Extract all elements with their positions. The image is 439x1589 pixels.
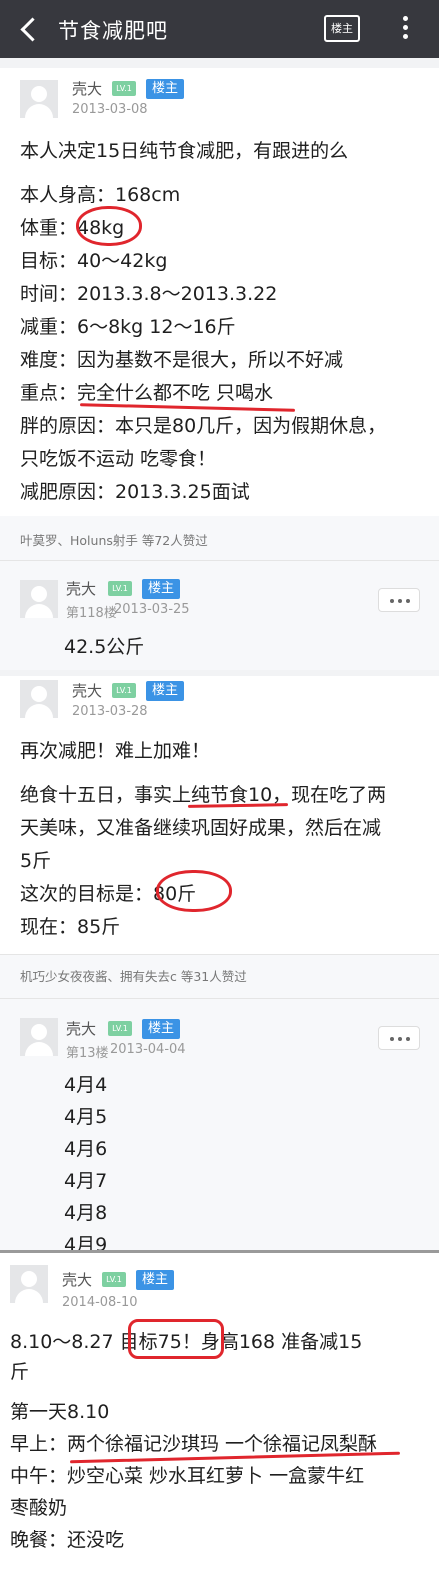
reply-date: 2013-03-25 [114,602,190,617]
author-name[interactable]: 壳大 [62,1269,92,1290]
reply-menu-button[interactable] [378,588,420,612]
op-badge: 楼主 [136,1270,174,1290]
post-line: 晚餐：还没吃 [10,1529,125,1551]
reply-line: 4月6 [64,1138,108,1160]
post-line: 枣酸奶 [10,1497,68,1519]
post-line: 时间：2013.3.8～2013.3.22 [20,283,278,305]
post-line: 胖的原因：本只是80几斤，因为假期休息， [20,415,387,437]
post-line: 重点：完全什么都不吃 只喝水 [20,382,274,404]
divider [0,954,439,955]
post-date: 2013-03-08 [72,102,148,117]
level-badge: LV.1 [112,81,136,96]
divider [0,998,439,999]
floor-number: 第13楼 [66,1046,109,1061]
reply-line: 4月8 [64,1202,108,1224]
reply-line: 4月5 [64,1106,108,1128]
back-arrow-icon[interactable] [14,12,44,46]
post-line: 本人身高：168cm [20,184,181,206]
level-badge: LV.1 [112,683,136,698]
avatar[interactable] [20,80,58,118]
post-line: 天美味，又准备继续巩固好成果，然后在减 [20,817,382,839]
post-line: 目标：40～42kg [20,250,168,272]
post-date: 2013-03-28 [72,704,148,719]
post-title: 本人决定15日纯节食减肥，有跟进的么 [20,140,349,162]
avatar[interactable] [20,580,58,618]
more-vertical-icon[interactable] [398,14,412,44]
level-badge: LV.1 [108,1021,132,1036]
author-name[interactable]: 壳大 [66,1018,96,1039]
post-line: 5斤 [20,850,52,872]
level-badge: LV.1 [108,581,132,596]
author-name[interactable]: 壳大 [66,578,96,599]
avatar[interactable] [20,680,58,718]
likes-bar: 叶莫罗、Holuns射手 等72人赞过 [0,516,439,560]
post-line: 只吃饭不运动 吃零食！ [20,448,217,470]
post-date: 2014-08-10 [62,1295,138,1310]
top-bar: 节食减肥吧 楼主 [0,0,439,58]
post-line: 中午：炒空心菜 炒水耳红萝卜 一盒蒙牛红 [10,1465,365,1487]
post-op-2: 壳大 LV.1 楼主 2013-03-28 再次减肥！难上加难！ 绝食十五日，事… [0,676,439,954]
avatar[interactable] [10,1265,48,1303]
post-line: 减肥原因：2013.3.25面试 [20,481,250,503]
post-line: 体重：48kg [20,217,125,239]
op-badge: 楼主 [146,79,184,99]
post-title: 再次减肥！难上加难！ [20,740,211,762]
reply-floor-13: 壳大 LV.1 楼主 第13楼 2013-04-04 4月4 4月5 4月6 4… [0,998,439,1256]
reply-date: 2013-04-04 [110,1042,186,1057]
op-badge: 楼主 [146,681,184,701]
reply-text: 42.5公斤 [64,636,145,658]
post-line: 这次的目标是：80斤 [20,883,197,905]
post-op-3: 壳大 LV.1 楼主 2014-08-10 8.10～8.27 目标75！身高1… [0,1253,439,1589]
post-line: 绝食十五日，事实上纯节食10，现在吃了两 [20,784,387,806]
post-line: 第一天8.10 [10,1401,110,1423]
section-divider [0,58,439,68]
only-op-button[interactable]: 楼主 [324,15,360,42]
post-line: 现在：85斤 [20,916,121,938]
reply-floor-118: 壳大 LV.1 楼主 第118楼 2013-03-25 42.5公斤 [0,560,439,670]
reply-menu-button[interactable] [378,1026,420,1050]
reply-line: 4月7 [64,1170,108,1192]
post-line: 早上：两个徐福记沙琪玛 一个徐福记凤梨酥 [10,1433,378,1455]
op-badge: 楼主 [142,579,180,599]
author-name[interactable]: 壳大 [72,680,102,701]
likes-text[interactable]: 叶莫罗、Holuns射手 等72人赞过 [20,530,208,549]
post-line: 斤 [10,1361,30,1383]
floor-number: 第118楼 [66,606,117,621]
op-badge: 楼主 [142,1019,180,1039]
likes-bar: 机巧少女夜夜酱、拥有失去c 等31人赞过 [0,954,439,998]
avatar[interactable] [20,1018,58,1056]
likes-text[interactable]: 机巧少女夜夜酱、拥有失去c 等31人赞过 [20,966,247,985]
author-name[interactable]: 壳大 [72,78,102,99]
reply-line: 4月4 [64,1074,108,1096]
post-line: 减重：6～8kg 12～16斤 [20,316,236,338]
post-line: 难度：因为基数不是很大，所以不好减 [20,349,344,371]
post-op-1: 壳大 LV.1 楼主 2013-03-08 本人决定15日纯节食减肥，有跟进的么… [0,68,439,516]
post-line: 8.10～8.27 目标75！身高168 准备减15 [10,1331,363,1353]
divider [0,560,439,561]
forum-title: 节食减肥吧 [58,19,168,43]
level-badge: LV.1 [102,1272,126,1287]
